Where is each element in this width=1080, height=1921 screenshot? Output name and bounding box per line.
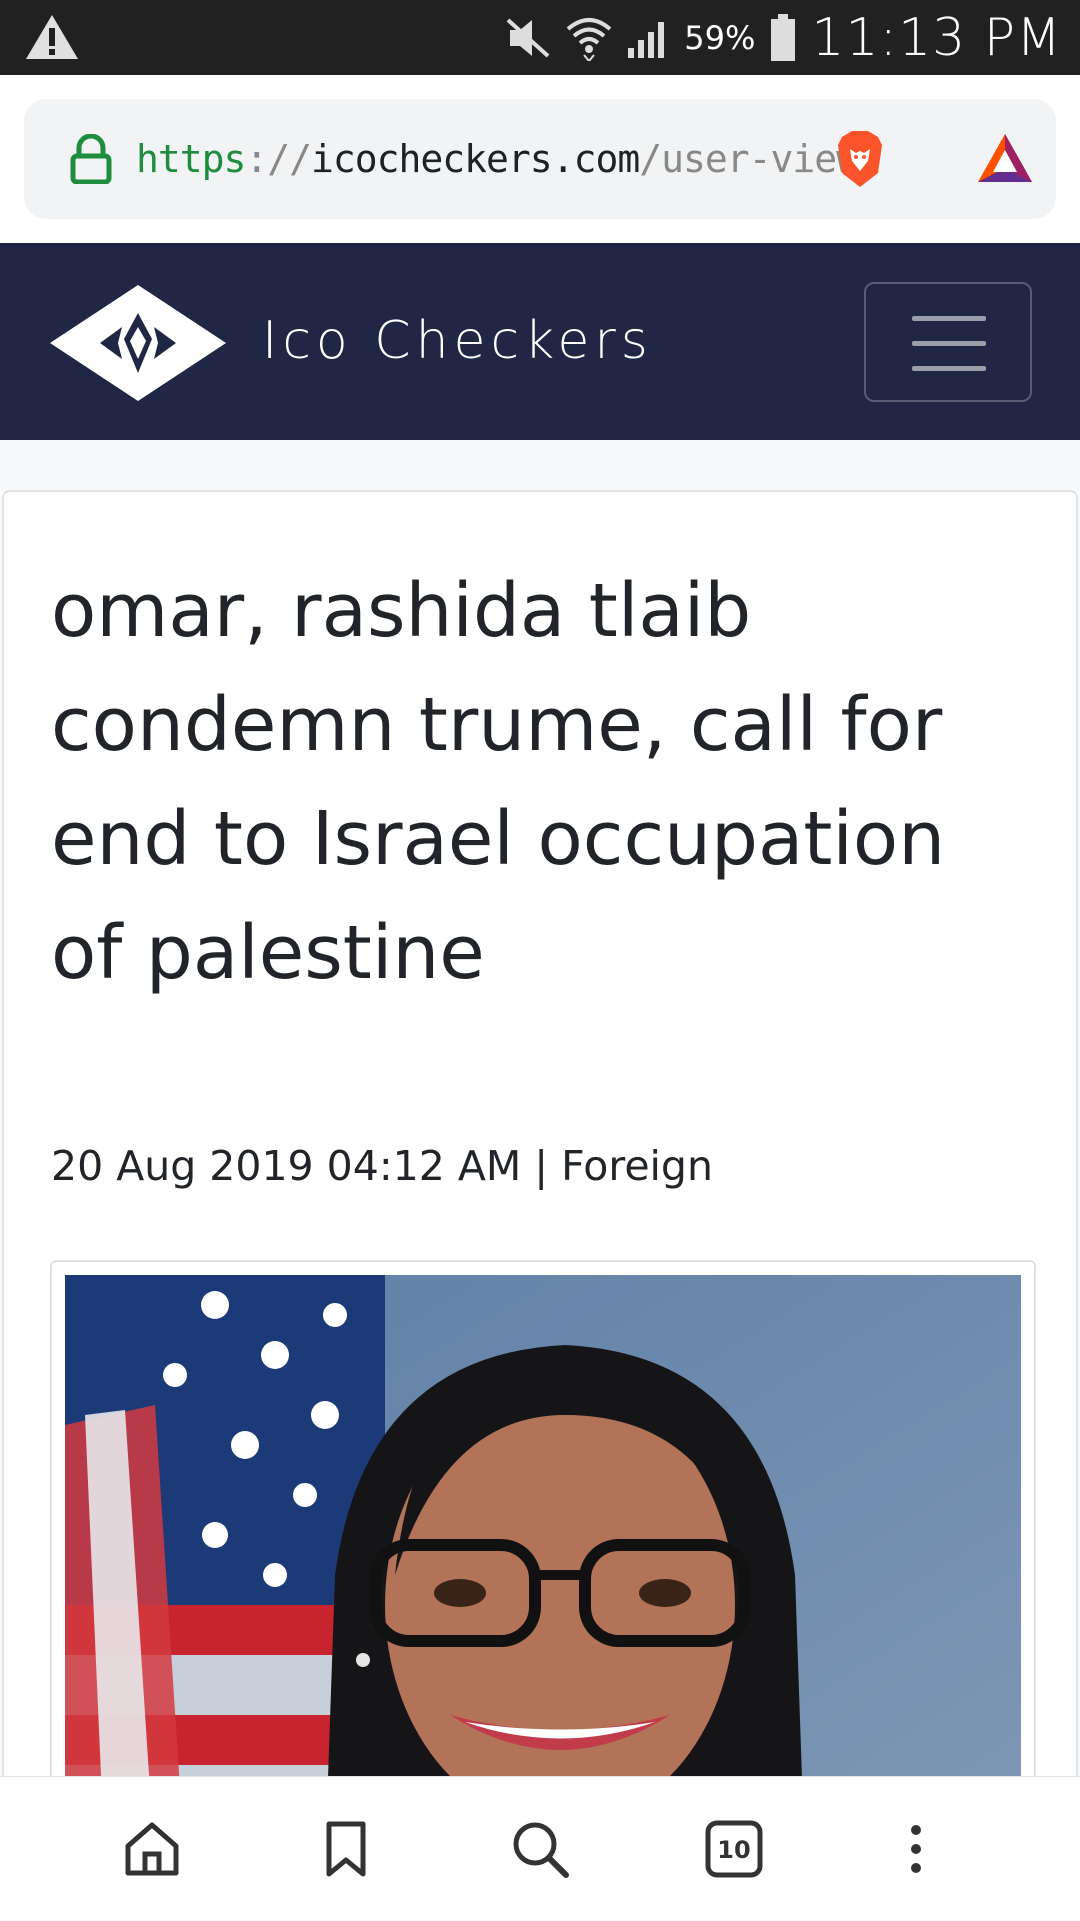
- warning-icon: [26, 15, 78, 59]
- browser-bottom-nav: 10: [0, 1776, 1080, 1920]
- hamburger-line: [912, 341, 986, 346]
- battery-percent: 59%: [684, 18, 756, 57]
- bookmark-icon: [326, 1821, 366, 1877]
- hamburger-line: [912, 366, 986, 371]
- signal-icon: [628, 21, 665, 58]
- mute-icon: [506, 18, 550, 57]
- url-separator: ://: [245, 137, 312, 181]
- clock: 11:13 PM: [811, 7, 1062, 68]
- brave-shield-icon[interactable]: [834, 129, 886, 189]
- site-navbar: Ico Checkers: [0, 243, 1080, 440]
- ico-checkers-logo[interactable]: [48, 283, 228, 403]
- bookmark-button[interactable]: [286, 1777, 406, 1921]
- bat-rewards-icon[interactable]: [976, 132, 1034, 184]
- browser-toolbar: https://icocheckers.com/user-view/: [0, 75, 1080, 243]
- article-image-frame: [50, 1260, 1036, 1850]
- search-button[interactable]: [480, 1777, 600, 1921]
- article-photo[interactable]: [65, 1275, 1021, 1850]
- tab-count: 10: [717, 1836, 750, 1864]
- tabs-button[interactable]: 10: [674, 1777, 794, 1921]
- url-host: icocheckers.com: [311, 137, 640, 181]
- url-text[interactable]: https://icocheckers.com/user-view/: [136, 99, 881, 219]
- article-card: omar, rashida tlaib condemn trume, call …: [2, 490, 1078, 1850]
- lock-icon[interactable]: [69, 134, 113, 184]
- status-icons: 59% 11:13 PM: [504, 0, 1062, 75]
- menu-toggle-button[interactable]: [864, 282, 1032, 402]
- more-icon: [911, 1825, 921, 1873]
- article-meta: 20 Aug 2019 04:12 AM | Foreign: [51, 1142, 713, 1190]
- hamburger-line: [912, 316, 986, 321]
- status-bar: 59% 11:13 PM: [0, 0, 1080, 75]
- search-icon: [513, 1822, 569, 1878]
- home-button[interactable]: [92, 1777, 212, 1921]
- wifi-icon: [566, 17, 612, 61]
- home-icon: [125, 1822, 179, 1876]
- url-scheme: https: [136, 137, 246, 181]
- more-menu-button[interactable]: [856, 1777, 976, 1921]
- brand-name[interactable]: Ico Checkers: [262, 243, 653, 440]
- article-title: omar, rashida tlaib condemn trume, call …: [51, 568, 946, 996]
- address-bar[interactable]: https://icocheckers.com/user-view/: [24, 99, 1056, 219]
- tabs-icon: 10: [705, 1820, 763, 1878]
- battery-icon: [771, 13, 796, 61]
